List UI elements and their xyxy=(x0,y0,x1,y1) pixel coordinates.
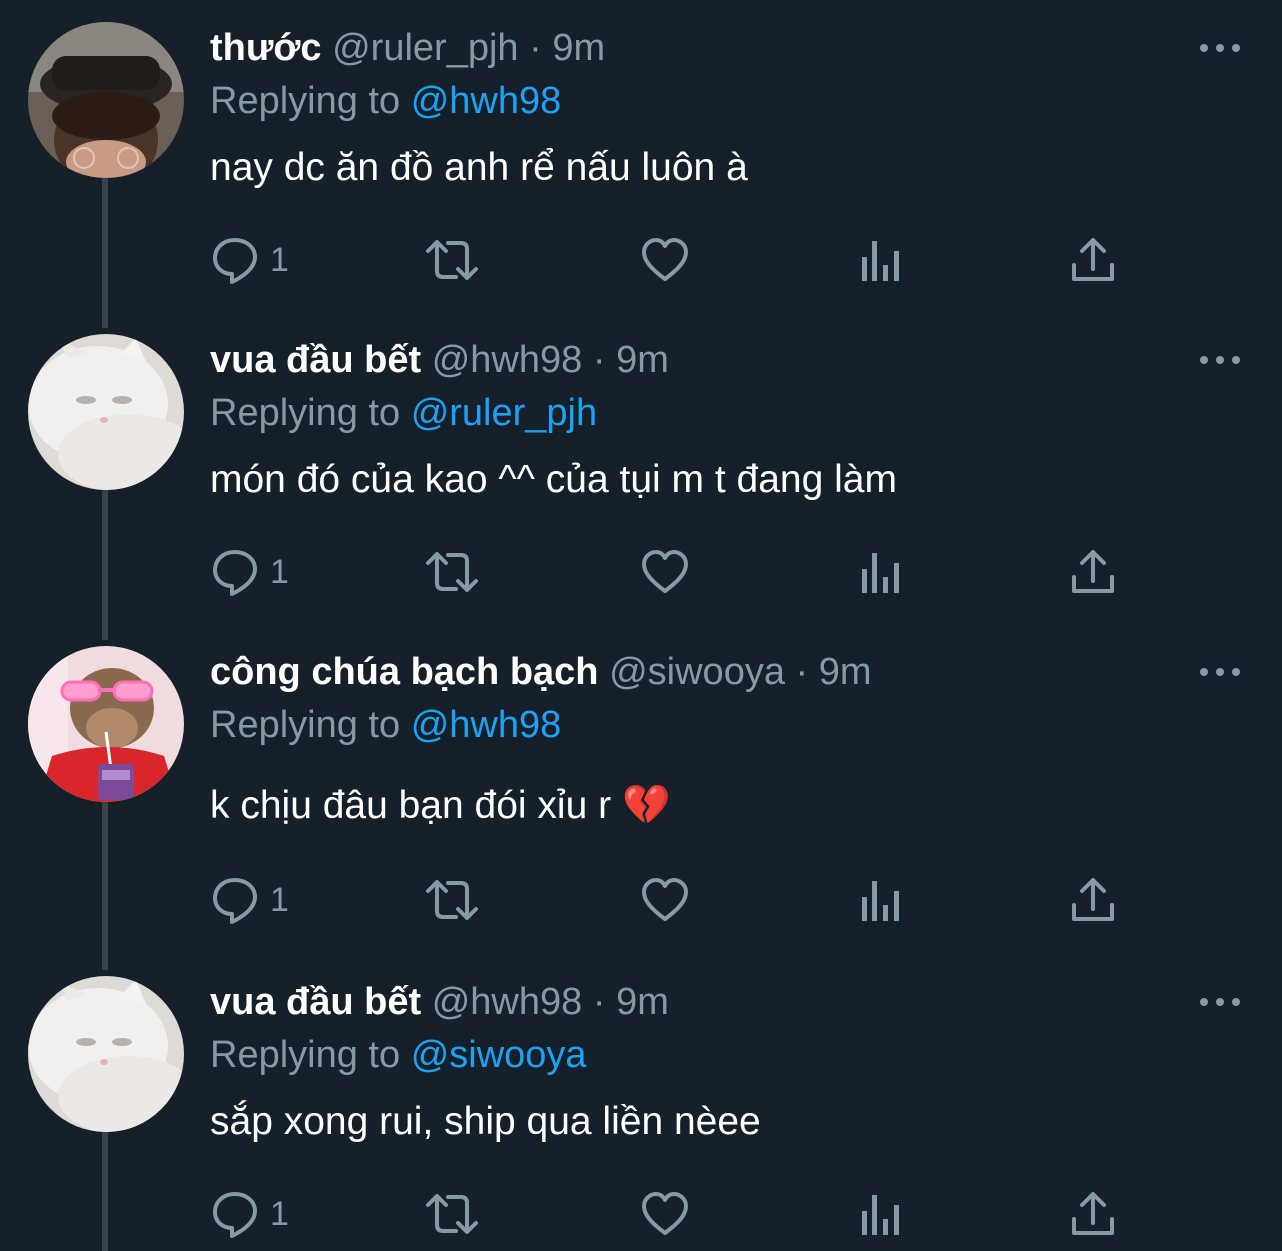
share-button[interactable] xyxy=(1070,872,1116,928)
mention-link[interactable]: @siwooya xyxy=(411,1034,587,1076)
share-button[interactable] xyxy=(1070,1186,1116,1242)
user-handle[interactable]: @siwooya xyxy=(609,651,785,693)
separator: · xyxy=(592,981,606,1023)
display-name[interactable]: vua đầu bết xyxy=(210,981,421,1023)
share-icon xyxy=(1070,875,1116,925)
retweet-button[interactable] xyxy=(424,232,480,288)
retweet-icon xyxy=(424,235,480,285)
analytics-button[interactable] xyxy=(858,872,902,928)
share-icon xyxy=(1070,235,1116,285)
separator: · xyxy=(592,339,606,381)
retweet-button[interactable] xyxy=(424,1186,480,1242)
user-handle[interactable]: @hwh98 xyxy=(432,339,583,381)
retweet-icon xyxy=(424,1189,480,1239)
heart-icon xyxy=(640,875,690,925)
reply-button[interactable]: 1 xyxy=(210,1186,289,1242)
mention-link[interactable]: @ruler_pjh xyxy=(411,392,597,434)
timestamp[interactable]: 9m xyxy=(819,651,872,693)
reply-button[interactable]: 1 xyxy=(210,232,289,288)
tweet[interactable]: công chúa bạch bạch @siwooya · 9m Replyi… xyxy=(0,624,1282,936)
share-button[interactable] xyxy=(1070,232,1116,288)
like-button[interactable] xyxy=(640,872,690,928)
reply-icon xyxy=(210,875,260,925)
heart-icon xyxy=(640,1189,690,1239)
tweet-header: vua đầu bết @hwh98 · 9m xyxy=(210,978,669,1026)
reply-icon xyxy=(210,547,260,597)
tweet-header: thước @ruler_pjh · 9m xyxy=(210,24,605,72)
user-handle[interactable]: @hwh98 xyxy=(432,981,583,1023)
action-bar: 1 xyxy=(210,1186,1130,1242)
tweet-header: vua đầu bết @hwh98 · 9m xyxy=(210,336,669,384)
reply-count: 1 xyxy=(270,880,289,919)
tweet[interactable]: thước @ruler_pjh · 9m Replying to @hwh98… xyxy=(0,0,1282,312)
share-icon xyxy=(1070,547,1116,597)
analytics-button[interactable] xyxy=(858,232,902,288)
avatar[interactable] xyxy=(28,22,184,178)
replying-to: Replying to @hwh98 xyxy=(210,78,561,124)
tweet[interactable]: vua đầu bết @hwh98 · 9m Replying to @rul… xyxy=(0,312,1282,624)
action-bar: 1 xyxy=(210,872,1130,928)
more-icon[interactable] xyxy=(1196,36,1244,60)
display-name[interactable]: vua đầu bết xyxy=(210,339,421,381)
analytics-icon xyxy=(858,1189,902,1239)
display-name[interactable]: thước xyxy=(210,27,322,69)
avatar[interactable] xyxy=(28,334,184,490)
tweet-text-wrap: k chịu đâu bạn đói xỉu r 💔 xyxy=(210,780,671,832)
avatar[interactable] xyxy=(28,646,184,802)
separator: · xyxy=(529,27,542,69)
reply-button[interactable]: 1 xyxy=(210,872,289,928)
retweet-button[interactable] xyxy=(424,872,480,928)
retweet-icon xyxy=(424,875,480,925)
avatar[interactable] xyxy=(28,976,184,1132)
share-button[interactable] xyxy=(1070,544,1116,600)
analytics-icon xyxy=(858,235,902,285)
tweet-text: nay dc ăn đồ anh rể nấu luôn à xyxy=(210,146,748,189)
timestamp[interactable]: 9m xyxy=(616,981,669,1023)
action-bar: 1 xyxy=(210,544,1130,600)
replying-label: Replying to xyxy=(210,704,401,746)
display-name[interactable]: công chúa bạch bạch xyxy=(210,651,599,693)
tweet[interactable]: vua đầu bết @hwh98 · 9m Replying to @siw… xyxy=(0,954,1282,1251)
retweet-button[interactable] xyxy=(424,544,480,600)
like-button[interactable] xyxy=(640,1186,690,1242)
separator: · xyxy=(795,651,809,693)
heart-icon xyxy=(640,235,690,285)
reply-count: 1 xyxy=(270,1194,289,1233)
tweet-text: sắp xong rui, ship qua liền nèee xyxy=(210,1100,761,1143)
mention-link[interactable]: @hwh98 xyxy=(411,704,562,746)
reply-icon xyxy=(210,1189,260,1239)
action-bar: 1 xyxy=(210,232,1130,288)
tweet-text: k chịu đâu bạn đói xỉu r xyxy=(210,784,612,827)
replying-label: Replying to xyxy=(210,80,401,122)
analytics-icon xyxy=(858,875,902,925)
more-icon[interactable] xyxy=(1196,990,1244,1014)
reply-count: 1 xyxy=(270,552,289,591)
share-icon xyxy=(1070,1189,1116,1239)
like-button[interactable] xyxy=(640,232,690,288)
heart-icon xyxy=(640,547,690,597)
reply-thread: thước @ruler_pjh · 9m Replying to @hwh98… xyxy=(0,0,1282,1251)
timestamp[interactable]: 9m xyxy=(616,339,669,381)
user-handle[interactable]: @ruler_pjh xyxy=(332,27,518,69)
replying-to: Replying to @ruler_pjh xyxy=(210,390,597,436)
like-button[interactable] xyxy=(640,544,690,600)
retweet-icon xyxy=(424,547,480,597)
mention-link[interactable]: @hwh98 xyxy=(411,80,562,122)
replying-to: Replying to @hwh98 xyxy=(210,702,561,748)
replying-label: Replying to xyxy=(210,392,401,434)
analytics-button[interactable] xyxy=(858,1186,902,1242)
replying-to: Replying to @siwooya xyxy=(210,1032,587,1078)
analytics-button[interactable] xyxy=(858,544,902,600)
reply-icon xyxy=(210,235,260,285)
more-icon[interactable] xyxy=(1196,660,1244,684)
tweet-header: công chúa bạch bạch @siwooya · 9m xyxy=(210,648,872,696)
analytics-icon xyxy=(858,547,902,597)
more-icon[interactable] xyxy=(1196,348,1244,372)
broken-heart-emoji: 💔 xyxy=(621,784,671,827)
reply-button[interactable]: 1 xyxy=(210,544,289,600)
tweet-text: món đó của kao ^^ của tụi m t đang làm xyxy=(210,458,897,501)
reply-count: 1 xyxy=(270,240,289,279)
timestamp[interactable]: 9m xyxy=(552,27,605,69)
replying-label: Replying to xyxy=(210,1034,401,1076)
